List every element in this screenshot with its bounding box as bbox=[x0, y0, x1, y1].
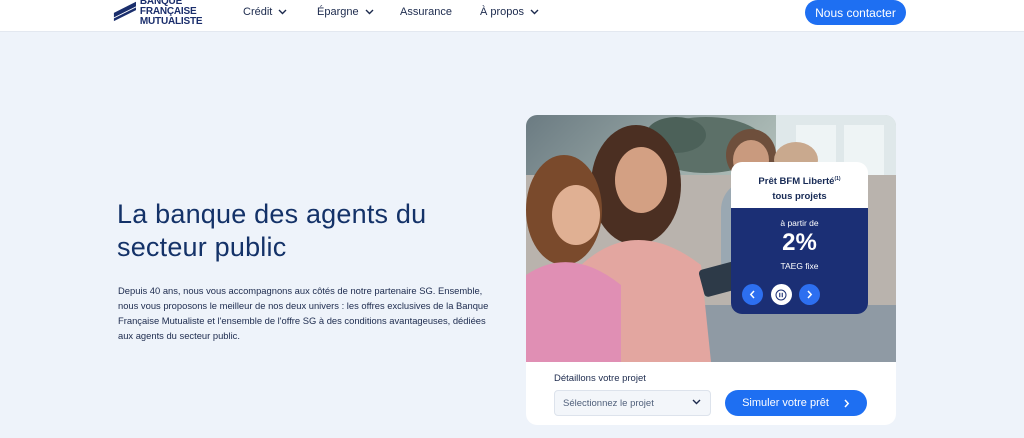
brand-line-2: MUTUALISTE bbox=[139, 16, 203, 27]
chevron-down-icon bbox=[692, 399, 701, 405]
promo-subtitle: tous projets bbox=[772, 191, 827, 203]
hero-title: La banque des agents du secteur public bbox=[117, 199, 427, 262]
site-header: BANQUE FRANÇAISE MUTUALISTE Crédit Éparg… bbox=[0, 0, 1024, 32]
promo-from-label: à partir de bbox=[780, 218, 819, 228]
loan-card: Prêt BFM Liberté(1) tous projets à parti… bbox=[526, 115, 896, 425]
hero-description: Depuis 40 ans, nous vous accompagnons au… bbox=[118, 285, 489, 341]
nav-item-assurance-label: Assurance bbox=[400, 6, 452, 18]
promo-rate-type: TAEG fixe bbox=[780, 261, 819, 271]
promo-title: Prêt BFM Liberté bbox=[758, 176, 835, 188]
promo-rate-block: à partir de 2% TAEG fixe bbox=[731, 208, 868, 314]
family-photo: Prêt BFM Liberté(1) tous projets à parti… bbox=[526, 115, 896, 362]
nav-item-epargne[interactable]: Épargne bbox=[317, 5, 400, 19]
nav-item-apropos[interactable]: À propos bbox=[480, 5, 539, 19]
promo-title-note: (1) bbox=[834, 176, 841, 182]
carousel-next-button[interactable] bbox=[799, 284, 820, 305]
chevron-right-icon bbox=[807, 290, 813, 299]
promo-header: Prêt BFM Liberté(1) tous projets bbox=[731, 162, 868, 208]
logo-mark-icon bbox=[113, 1, 136, 22]
carousel-pause-button[interactable] bbox=[770, 284, 792, 305]
simulate-loan-label: Simuler votre prêt bbox=[742, 397, 829, 409]
promo-panel: Prêt BFM Liberté(1) tous projets à parti… bbox=[731, 162, 868, 314]
brand-logo[interactable]: BANQUE FRANÇAISE MUTUALISTE bbox=[113, 0, 233, 27]
nav-item-credit[interactable]: Crédit bbox=[243, 5, 317, 19]
nav-item-assurance[interactable]: Assurance bbox=[400, 5, 480, 19]
project-select[interactable]: Sélectionnez le projet bbox=[554, 390, 711, 416]
chevron-down-icon bbox=[530, 9, 539, 15]
nav-item-apropos-label: À propos bbox=[480, 6, 525, 18]
nav-item-credit-label: Crédit bbox=[243, 6, 273, 18]
nav-item-epargne-label: Épargne bbox=[317, 6, 359, 18]
pause-icon bbox=[775, 289, 787, 300]
carousel-prev-button[interactable] bbox=[742, 284, 763, 305]
chevron-down-icon bbox=[278, 9, 287, 15]
promo-rate: 2% bbox=[782, 229, 817, 256]
project-label: Détaillons votre projet bbox=[554, 373, 646, 384]
contact-button[interactable]: Nous contacter bbox=[805, 0, 906, 25]
carousel-controls bbox=[742, 284, 820, 305]
simulate-loan-button[interactable]: Simuler votre prêt bbox=[725, 390, 867, 416]
chevron-down-icon bbox=[365, 9, 374, 15]
project-select-value: Sélectionnez le projet bbox=[563, 397, 654, 409]
main-nav: Crédit Épargne Assurance À propos bbox=[243, 5, 539, 19]
brand-line-1: BANQUE FRANÇAISE bbox=[139, 0, 197, 17]
chevron-right-icon bbox=[844, 398, 850, 408]
brand-name: BANQUE FRANÇAISE MUTUALISTE bbox=[140, 0, 233, 27]
chevron-left-icon bbox=[749, 290, 755, 299]
